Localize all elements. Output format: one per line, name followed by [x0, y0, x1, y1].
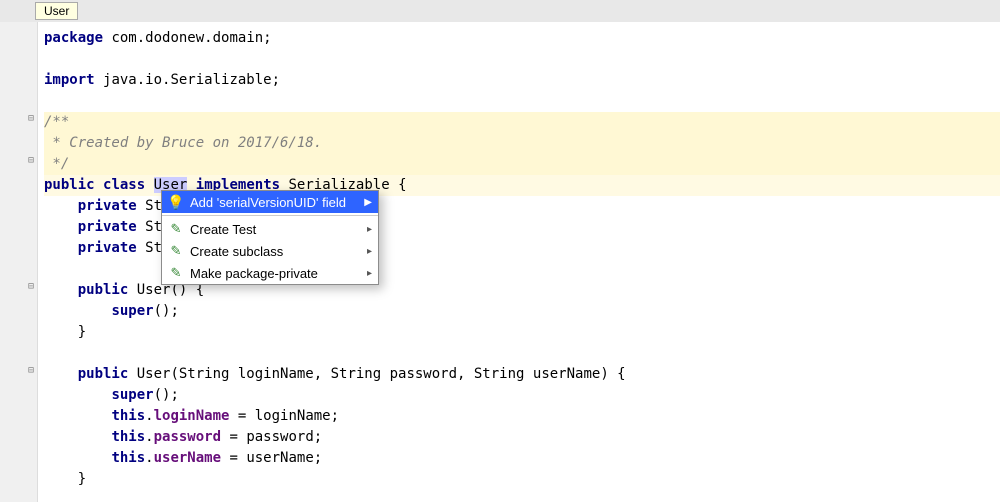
code-line	[44, 91, 1000, 112]
intention-label: Create subclass	[190, 244, 283, 259]
code-line: public User(String loginName, String pas…	[44, 364, 1000, 385]
code-line: */	[44, 154, 1000, 175]
menu-separator	[162, 215, 378, 216]
code-line: }	[44, 469, 1000, 490]
code-line: this.password = password;	[44, 427, 1000, 448]
intention-label: Create Test	[190, 222, 256, 237]
pencil-icon: ✎	[168, 221, 184, 237]
bulb-icon: 💡	[168, 194, 184, 210]
fold-icon[interactable]: ⊟	[26, 113, 36, 124]
fold-icon[interactable]: ⊟	[26, 365, 36, 376]
code-line: super();	[44, 385, 1000, 406]
fold-icon[interactable]: ⊟	[26, 155, 36, 166]
intention-label: Make package-private	[190, 266, 318, 281]
editor-gutter: ⊟ ⊟ ⊟ ⊟	[0, 22, 38, 502]
code-line: this.loginName = loginName;	[44, 406, 1000, 427]
code-line: }	[44, 322, 1000, 343]
pencil-icon: ✎	[168, 265, 184, 281]
fold-icon[interactable]: ⊟	[26, 281, 36, 292]
chevron-right-icon: ▸	[367, 246, 372, 257]
code-editor[interactable]: ⊟ ⊟ ⊟ ⊟ package com.dodonew.domain; impo…	[0, 22, 1000, 502]
chevron-right-icon: ▶	[364, 197, 372, 208]
breadcrumb-label: User	[44, 4, 69, 18]
intention-create-test[interactable]: ✎ Create Test ▸	[162, 218, 378, 240]
code-area[interactable]: package com.dodonew.domain; import java.…	[38, 22, 1000, 502]
code-line: import java.io.Serializable;	[44, 70, 1000, 91]
breadcrumb[interactable]: User	[35, 2, 78, 20]
code-line: /**	[44, 112, 1000, 133]
pencil-icon: ✎	[168, 243, 184, 259]
code-line: this.userName = userName;	[44, 448, 1000, 469]
code-line: * Created by Bruce on 2017/6/18.	[44, 133, 1000, 154]
code-line	[44, 49, 1000, 70]
intention-label: Add 'serialVersionUID' field	[190, 195, 346, 210]
intention-create-subclass[interactable]: ✎ Create subclass ▸	[162, 240, 378, 262]
chevron-right-icon: ▸	[367, 224, 372, 235]
code-line: package com.dodonew.domain;	[44, 28, 1000, 49]
chevron-right-icon: ▸	[367, 268, 372, 279]
code-line: super();	[44, 301, 1000, 322]
intention-actions-popup: 💡 Add 'serialVersionUID' field ▶ ✎ Creat…	[161, 190, 379, 285]
intention-make-package-private[interactable]: ✎ Make package-private ▸	[162, 262, 378, 284]
code-line	[44, 343, 1000, 364]
intention-add-serialversionuid[interactable]: 💡 Add 'serialVersionUID' field ▶	[162, 191, 378, 213]
